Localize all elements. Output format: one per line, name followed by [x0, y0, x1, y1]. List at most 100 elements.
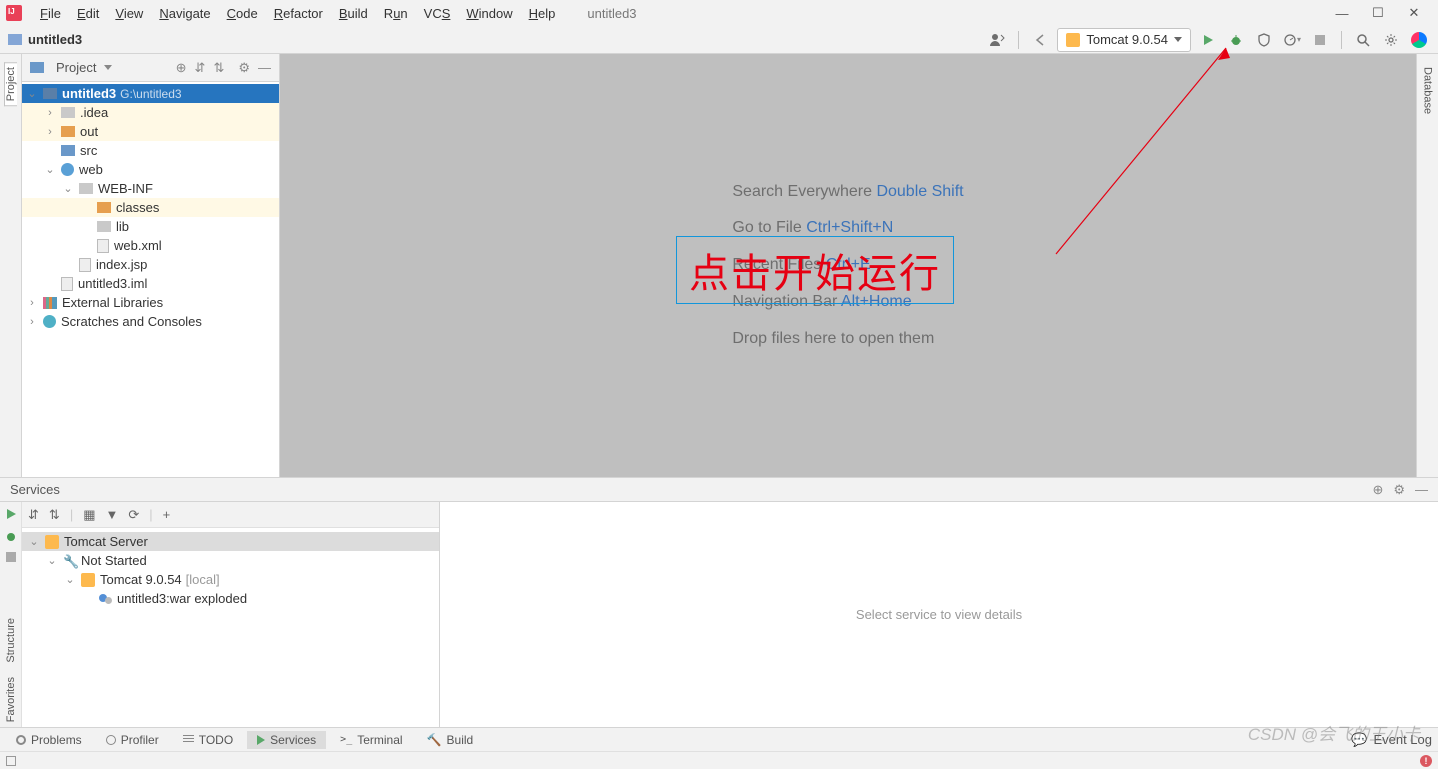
- status-widget-icon[interactable]: [6, 756, 16, 766]
- menu-window[interactable]: Window: [458, 4, 520, 23]
- tab-problems[interactable]: Problems: [6, 731, 92, 749]
- tree-item-indexjsp[interactable]: index.jsp: [22, 255, 279, 274]
- run-button[interactable]: [1197, 29, 1219, 51]
- gutter-structure-tab[interactable]: Structure: [4, 613, 18, 668]
- annotation-arrow-icon: [1050, 40, 1250, 260]
- run-config-select[interactable]: Tomcat 9.0.54: [1057, 28, 1191, 52]
- tab-event-log[interactable]: Event Log: [1373, 732, 1432, 747]
- window-minimize-icon[interactable]: —: [1334, 5, 1350, 21]
- project-tool-window: Project ⊕ ⇵ ⇅ ⚙ — untitled3G:\untitled3 …: [22, 54, 280, 477]
- svc-group-icon[interactable]: ⟳: [128, 507, 139, 523]
- tree-item-webinf[interactable]: WEB-INF: [22, 179, 279, 198]
- menu-help[interactable]: Help: [521, 4, 564, 23]
- annotation-overlay: 点击开始运行: [676, 236, 954, 304]
- navigation-bar: untitled3 Tomcat 9.0.54 ▾: [0, 26, 1438, 54]
- tree-item-external-libs[interactable]: External Libraries: [22, 293, 279, 312]
- run-config-label: Tomcat 9.0.54: [1086, 32, 1168, 47]
- services-panel-target-icon[interactable]: ⊕: [1372, 482, 1383, 498]
- services-toolbar: ⇵ ⇅ | ▦ ▼ ⟳ | +: [22, 502, 439, 528]
- folder-icon: [97, 202, 111, 213]
- tree-item-classes[interactable]: classes: [22, 198, 279, 217]
- panel-gear-icon[interactable]: ⚙: [238, 60, 250, 76]
- gutter-favorites-tab[interactable]: Favorites: [4, 672, 18, 727]
- svc-not-started-node[interactable]: 🔧Not Started: [22, 551, 439, 570]
- svc-filter-icon[interactable]: ▼: [106, 507, 119, 522]
- gutter-project-tab[interactable]: Project: [4, 62, 17, 106]
- services-stop-button[interactable]: [6, 552, 16, 562]
- iml-file-icon: [61, 277, 73, 291]
- svc-expand-icon[interactable]: ⇵: [28, 507, 39, 523]
- menu-navigate[interactable]: Navigate: [151, 4, 218, 23]
- module-icon: [43, 88, 57, 99]
- tree-item-lib[interactable]: lib: [22, 217, 279, 236]
- select-opened-file-icon[interactable]: ⊕: [176, 60, 187, 76]
- todo-icon: [183, 735, 194, 744]
- coverage-button[interactable]: [1253, 29, 1275, 51]
- tab-profiler[interactable]: Profiler: [96, 731, 169, 749]
- breadcrumb[interactable]: untitled3: [28, 32, 82, 47]
- services-run-button[interactable]: [5, 508, 17, 520]
- expand-all-icon[interactable]: ⇵: [195, 60, 206, 76]
- gutter-database-tab[interactable]: Database: [1421, 62, 1435, 119]
- tab-todo[interactable]: TODO: [173, 731, 243, 749]
- tree-item-scratches[interactable]: Scratches and Consoles: [22, 312, 279, 331]
- menu-file[interactable]: File: [32, 4, 69, 23]
- services-debug-button[interactable]: [5, 530, 17, 542]
- menu-edit[interactable]: Edit: [69, 4, 107, 23]
- svc-tomcat-server-node[interactable]: Tomcat Server: [22, 532, 439, 551]
- services-tree[interactable]: Tomcat Server 🔧Not Started Tomcat 9.0.54…: [22, 528, 439, 727]
- folder-icon: [8, 34, 22, 45]
- folder-icon: [61, 107, 75, 118]
- svc-grid-icon[interactable]: ▦: [83, 507, 95, 523]
- back-arrow-icon[interactable]: [1029, 29, 1051, 51]
- debug-button[interactable]: [1225, 29, 1247, 51]
- event-log-icon: 💬: [1351, 732, 1367, 748]
- menu-code[interactable]: Code: [219, 4, 266, 23]
- collapse-all-icon[interactable]: ⇅: [213, 60, 224, 76]
- search-everywhere-button[interactable]: [1352, 29, 1374, 51]
- window-maximize-icon[interactable]: ☐: [1370, 5, 1386, 21]
- annotation-text: 点击开始运行: [689, 251, 941, 296]
- svc-add-button[interactable]: +: [163, 507, 171, 522]
- tree-item-out[interactable]: out: [22, 122, 279, 141]
- editor-empty-area[interactable]: Search Everywhere Double Shift Go to Fil…: [280, 54, 1416, 477]
- settings-gear-icon[interactable]: [1380, 29, 1402, 51]
- project-tree[interactable]: untitled3G:\untitled3 .idea out src web …: [22, 82, 279, 477]
- editor-title: untitled3: [587, 6, 636, 21]
- services-panel-hide-icon[interactable]: —: [1415, 482, 1428, 498]
- svc-artifact-node[interactable]: untitled3:war exploded: [22, 589, 439, 608]
- scratch-icon: [43, 315, 56, 328]
- status-error-icon[interactable]: !: [1420, 755, 1432, 767]
- services-panel-gear-icon[interactable]: ⚙: [1393, 482, 1405, 498]
- project-panel-title[interactable]: Project: [56, 60, 96, 75]
- services-panel-title: Services: [10, 482, 60, 497]
- menu-build[interactable]: Build: [331, 4, 376, 23]
- menu-view[interactable]: View: [107, 4, 151, 23]
- profiler-button[interactable]: ▾: [1281, 29, 1303, 51]
- chevron-down-icon: [1174, 37, 1182, 42]
- tree-item-iml[interactable]: untitled3.iml: [22, 274, 279, 293]
- tree-item-idea[interactable]: .idea: [22, 103, 279, 122]
- stop-button[interactable]: [1309, 29, 1331, 51]
- user-icon[interactable]: [986, 29, 1008, 51]
- tree-root[interactable]: untitled3G:\untitled3: [22, 84, 279, 103]
- tab-terminal[interactable]: >_Terminal: [330, 731, 412, 749]
- artifact-icon: [99, 592, 112, 605]
- panel-hide-icon[interactable]: —: [258, 60, 271, 76]
- menu-vcs[interactable]: VCS: [416, 4, 459, 23]
- tree-item-web[interactable]: web: [22, 160, 279, 179]
- tree-item-webxml[interactable]: web.xml: [22, 236, 279, 255]
- xml-file-icon: [97, 239, 109, 253]
- svc-tomcat-node[interactable]: Tomcat 9.0.54 [local]: [22, 570, 439, 589]
- library-icon: [43, 297, 57, 309]
- svc-collapse-icon[interactable]: ⇅: [49, 507, 60, 523]
- window-close-icon[interactable]: ✕: [1406, 5, 1422, 21]
- menu-refactor[interactable]: Refactor: [266, 4, 331, 23]
- menu-run[interactable]: Run: [376, 4, 416, 23]
- problems-icon: [16, 735, 26, 745]
- tree-item-src[interactable]: src: [22, 141, 279, 160]
- tab-services[interactable]: Services: [247, 731, 326, 749]
- ide-brand-icon[interactable]: [1408, 29, 1430, 51]
- chevron-down-icon[interactable]: [104, 65, 112, 70]
- tab-build[interactable]: 🔨Build: [417, 731, 484, 749]
